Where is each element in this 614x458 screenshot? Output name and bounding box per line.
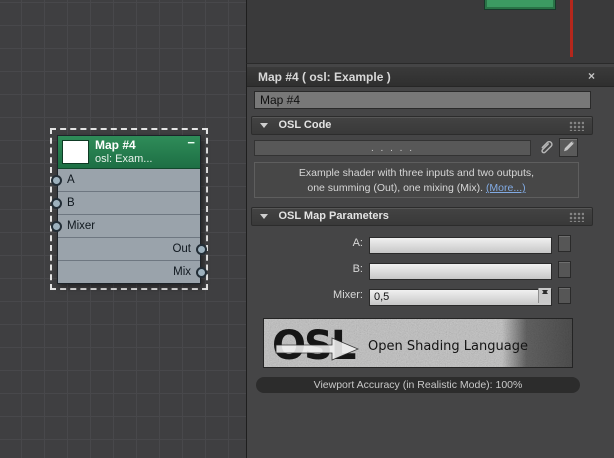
attach-file-button[interactable] xyxy=(536,138,555,157)
param-input-b[interactable] xyxy=(369,262,552,280)
node-subtitle: osl: Exam... xyxy=(95,153,153,165)
map-slot-button-a[interactable] xyxy=(558,235,571,252)
node-header[interactable]: Map #4 osl: Exam... − xyxy=(58,135,200,169)
input-label-mixer: Mixer xyxy=(67,220,96,232)
pencil-icon xyxy=(564,140,575,152)
drag-grip-icon[interactable] xyxy=(569,121,584,131)
material-node[interactable]: Map #4 osl: Exam... − A B Mixer Out Mix xyxy=(57,135,201,284)
shader-description-box: Example shader with three inputs and two… xyxy=(254,162,579,198)
param-row-a: A: xyxy=(247,235,593,254)
input-label-a: A xyxy=(67,174,75,186)
slate-material-editor: Map #4 osl: Exam... − A B Mixer Out Mix xyxy=(0,0,614,458)
param-row-b: B: xyxy=(247,261,593,280)
mixer-value-input[interactable] xyxy=(369,288,552,306)
map-slot-button-mixer[interactable] xyxy=(558,287,571,304)
output-label-mix: Mix xyxy=(173,266,191,278)
rollout-header-osl-map-parameters[interactable]: OSL Map Parameters xyxy=(251,207,593,226)
node-title: Map #4 xyxy=(95,138,136,152)
node-collapse-button[interactable]: − xyxy=(187,135,195,150)
paperclip-icon xyxy=(541,141,553,154)
input-socket-b[interactable] xyxy=(51,198,62,209)
param-label-mixer: Mixer: xyxy=(333,289,363,301)
input-label-b: B xyxy=(67,197,75,209)
node-preview-swatch[interactable] xyxy=(62,140,89,164)
description-line-2-text: one summing (Out), one mixing (Mix). xyxy=(307,182,484,194)
panel-titlebar[interactable]: Map #4 ( osl: Example ) xyxy=(247,67,614,87)
osl-logo-image: OSL Open Shading Language xyxy=(263,318,573,369)
rollout-arrow-icon xyxy=(260,214,268,219)
edit-code-button[interactable] xyxy=(559,138,578,157)
material-name-input[interactable] xyxy=(254,91,591,109)
close-button[interactable]: × xyxy=(584,69,599,84)
rollout-label: OSL Code xyxy=(278,119,332,131)
node-input-row-mixer[interactable]: Mixer xyxy=(58,215,200,238)
rollout-arrow-icon xyxy=(260,123,268,128)
rollout-header-osl-code[interactable]: OSL Code xyxy=(251,116,593,135)
node-output-row-out[interactable]: Out xyxy=(58,238,200,261)
node-body: A B Mixer Out Mix xyxy=(58,169,200,284)
more-link[interactable]: (More...) xyxy=(486,182,526,194)
viewport-accuracy-status: Viewport Accuracy (in Realistic Mode): 1… xyxy=(256,377,580,393)
osl-code-input[interactable] xyxy=(254,140,531,156)
node-view-canvas[interactable]: Map #4 osl: Exam... − A B Mixer Out Mix xyxy=(0,0,246,458)
description-line-2: one summing (Out), one mixing (Mix). (Mo… xyxy=(255,181,578,196)
node-input-row-b[interactable]: B xyxy=(58,192,200,215)
param-row-mixer: Mixer: xyxy=(247,287,593,306)
panel-title: Map #4 ( osl: Example ) xyxy=(258,70,391,84)
connection-wire xyxy=(570,0,573,57)
input-socket-a[interactable] xyxy=(51,175,62,186)
logo-caption: Open Shading Language xyxy=(368,339,528,354)
rollout-label: OSL Map Parameters xyxy=(278,210,389,222)
input-socket-mixer[interactable] xyxy=(51,221,62,232)
drag-grip-icon[interactable] xyxy=(569,212,584,222)
node-output-row-mix[interactable]: Mix xyxy=(58,261,200,284)
upper-panel-area xyxy=(246,0,614,64)
param-label-b: B: xyxy=(352,263,363,275)
output-socket-mix[interactable] xyxy=(196,267,207,278)
param-label-a: A: xyxy=(352,237,363,249)
description-line-1: Example shader with three inputs and two… xyxy=(298,167,535,179)
param-input-a[interactable] xyxy=(369,236,552,254)
node-input-row-a[interactable]: A xyxy=(58,169,200,192)
parameters-panel: Map #4 ( osl: Example ) × OSL Code Examp… xyxy=(246,64,614,458)
map-slot-button-b[interactable] xyxy=(558,261,571,278)
partial-node-swatch[interactable] xyxy=(484,0,556,10)
output-label-out: Out xyxy=(172,243,191,255)
mixer-spinner[interactable] xyxy=(538,288,551,303)
spinner-down-icon xyxy=(542,290,548,294)
output-socket-out[interactable] xyxy=(196,244,207,255)
